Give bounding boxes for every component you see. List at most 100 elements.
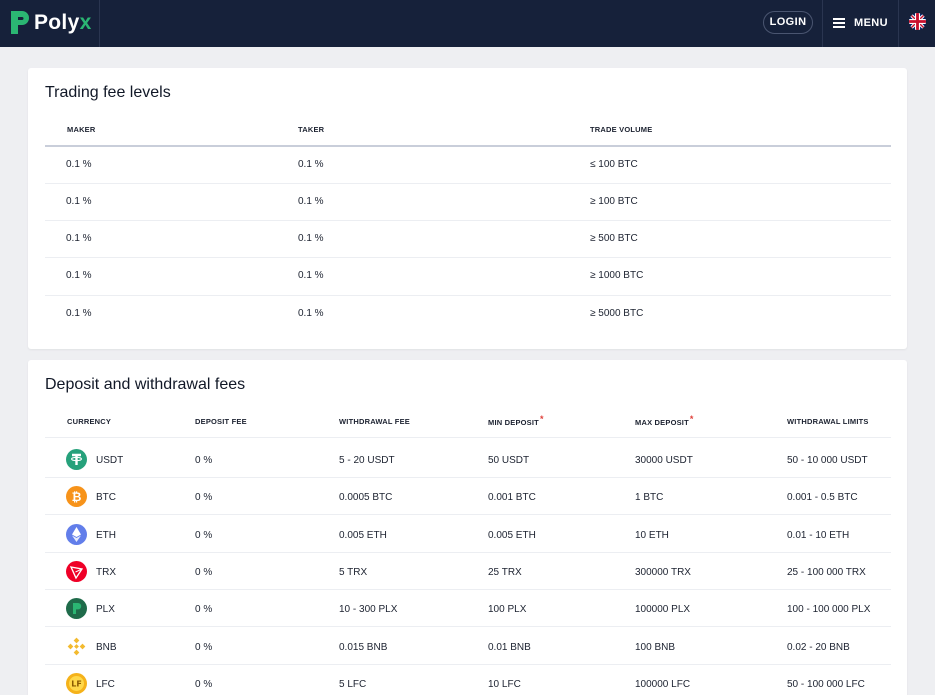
table-cell-currency: BNB	[96, 641, 117, 653]
column-header-withdrawal-fee: WITHDRAWAL FEE	[339, 417, 410, 426]
header-divider	[898, 0, 899, 47]
table-cell-withdrawal-fee: 5 - 20 USDT	[339, 455, 395, 466]
menu-label: MENU	[854, 17, 888, 29]
trading-fee-card: Trading fee levels MAKER TAKER TRADE VOL…	[28, 68, 907, 349]
table-cell-min-deposit: 25 TRX	[488, 566, 522, 578]
bnb-icon	[66, 635, 87, 657]
row-divider	[45, 551, 891, 553]
table-cell-deposit-fee: 0 %	[195, 604, 213, 616]
table-cell-withdrawal-limits: 25 - 100 000 TRX	[787, 566, 866, 578]
table-cell-withdrawal-limits: 50 - 10 000 USDT	[787, 455, 868, 466]
table-cell-max-deposit: 100000 PLX	[635, 604, 691, 616]
table-cell-min-deposit: 0.005 ETH	[488, 529, 536, 541]
lfc-icon: LF	[66, 672, 87, 694]
column-header-maker: MAKER	[67, 125, 96, 134]
table-cell-currency: TRX	[96, 566, 116, 578]
table-cell-deposit-fee: 0 %	[195, 529, 213, 541]
table-cell-withdrawal-limits: 0.02 - 20 BNB	[787, 641, 850, 653]
table-cell-taker: 0.1 %	[298, 233, 324, 244]
eth-icon	[66, 523, 87, 545]
deposit-withdrawal-card: Deposit and withdrawal fees CURRENCY DEP…	[28, 360, 907, 695]
table-header-divider	[45, 437, 891, 438]
row-divider	[45, 295, 891, 296]
column-header-deposit-fee: DEPOSIT FEE	[195, 417, 247, 426]
table-cell-withdrawal-limits: 100 - 100 000 PLX	[787, 604, 871, 616]
table-cell-taker: 0.1 %	[298, 308, 324, 319]
row-divider	[45, 477, 891, 478]
row-divider	[45, 257, 891, 258]
trading-fee-title: Trading fee levels	[45, 84, 171, 101]
table-cell-deposit-fee: 0 %	[195, 566, 213, 578]
table-cell-max-deposit: 30000 USDT	[635, 455, 693, 466]
table-cell-maker: 0.1 %	[66, 159, 92, 170]
table-cell-volume: ≥ 100 BTC	[590, 196, 638, 207]
menu-button[interactable]: MENU	[833, 14, 888, 32]
plx-icon	[66, 598, 87, 620]
table-cell-withdrawal-fee: 5 TRX	[339, 566, 368, 578]
table-cell-deposit-fee: 0 %	[195, 678, 213, 690]
deposit-fees-title: Deposit and withdrawal fees	[45, 376, 246, 393]
table-cell-min-deposit: 0.001 BTC	[488, 492, 536, 504]
table-cell-currency: USDT	[96, 455, 124, 466]
table-cell-max-deposit: 100 BNB	[635, 641, 676, 653]
trx-icon	[66, 560, 87, 582]
table-cell-deposit-fee: 0 %	[195, 641, 213, 653]
table-cell-volume: ≥ 5000 BTC	[590, 308, 644, 319]
svg-text:₿: ₿	[72, 490, 82, 504]
table-cell-min-deposit: 10 LFC	[488, 678, 521, 690]
table-cell-min-deposit: 0.01 BNB	[488, 641, 531, 653]
header-divider	[822, 0, 823, 47]
table-cell-volume: ≥ 500 BTC	[590, 233, 638, 244]
table-cell-taker: 0.1 %	[298, 159, 324, 170]
table-cell-withdrawal-fee: 10 - 300 PLX	[339, 604, 398, 616]
table-header-divider	[45, 145, 891, 147]
table-cell-min-deposit: 50 USDT	[488, 455, 530, 466]
row-divider	[45, 626, 891, 628]
table-cell-withdrawal-fee: 0.015 BNB	[339, 641, 388, 653]
table-cell-deposit-fee: 0 %	[195, 492, 213, 504]
column-header-min-deposit: MIN DEPOSIT*	[488, 414, 544, 427]
table-cell-volume: ≤ 100 BTC	[590, 159, 638, 170]
table-cell-withdrawal-limits: 50 - 100 000 LFC	[787, 678, 865, 690]
table-cell-withdrawal-fee: 0.005 ETH	[339, 529, 387, 541]
row-divider	[45, 663, 891, 665]
table-cell-withdrawal-fee: 0.0005 BTC	[339, 492, 393, 504]
row-divider	[45, 588, 891, 590]
brand-name: Polyx	[34, 11, 92, 34]
polyx-logo-icon	[11, 11, 29, 34]
column-header-taker: TAKER	[298, 125, 325, 134]
column-header-withdrawal-limits: WITHDRAWAL LIMITS	[787, 417, 869, 426]
btc-icon: ₿	[66, 486, 87, 508]
table-cell-max-deposit: 1 BTC	[635, 492, 664, 504]
brand-logo[interactable]: Polyx	[0, 0, 100, 47]
table-cell-max-deposit: 300000 TRX	[635, 566, 691, 578]
table-cell-maker: 0.1 %	[66, 233, 92, 244]
table-cell-deposit-fee: 0 %	[195, 455, 213, 466]
svg-text:LF: LF	[71, 679, 82, 688]
row-divider	[45, 514, 891, 516]
table-cell-taker: 0.1 %	[298, 270, 324, 281]
table-cell-currency: ETH	[96, 529, 116, 541]
table-cell-withdrawal-limits: 0.001 - 0.5 BTC	[787, 492, 858, 504]
table-cell-currency: BTC	[96, 492, 116, 504]
table-cell-currency: PLX	[96, 604, 115, 616]
table-cell-withdrawal-fee: 5 LFC	[339, 678, 367, 690]
uk-flag-icon[interactable]	[909, 13, 926, 30]
login-button[interactable]: LOGIN	[763, 11, 813, 34]
table-cell-volume: ≥ 1000 BTC	[590, 270, 644, 281]
table-cell-maker: 0.1 %	[66, 270, 92, 281]
table-cell-currency: LFC	[96, 678, 115, 690]
table-cell-taker: 0.1 %	[298, 196, 324, 207]
table-cell-maker: 0.1 %	[66, 196, 92, 207]
column-header-currency: CURRENCY	[67, 417, 112, 426]
top-header: Polyx LOGIN MENU	[0, 0, 935, 47]
column-header-trade-volume: TRADE VOLUME	[590, 125, 653, 134]
table-cell-withdrawal-limits: 0.01 - 10 ETH	[787, 529, 850, 541]
row-divider	[45, 220, 891, 221]
table-cell-max-deposit: 100000 LFC	[635, 678, 691, 690]
column-header-max-deposit: MAX DEPOSIT*	[635, 414, 694, 427]
hamburger-icon	[833, 18, 845, 28]
table-cell-min-deposit: 100 PLX	[488, 604, 527, 616]
usdt-icon	[66, 449, 87, 470]
row-divider	[45, 183, 891, 184]
